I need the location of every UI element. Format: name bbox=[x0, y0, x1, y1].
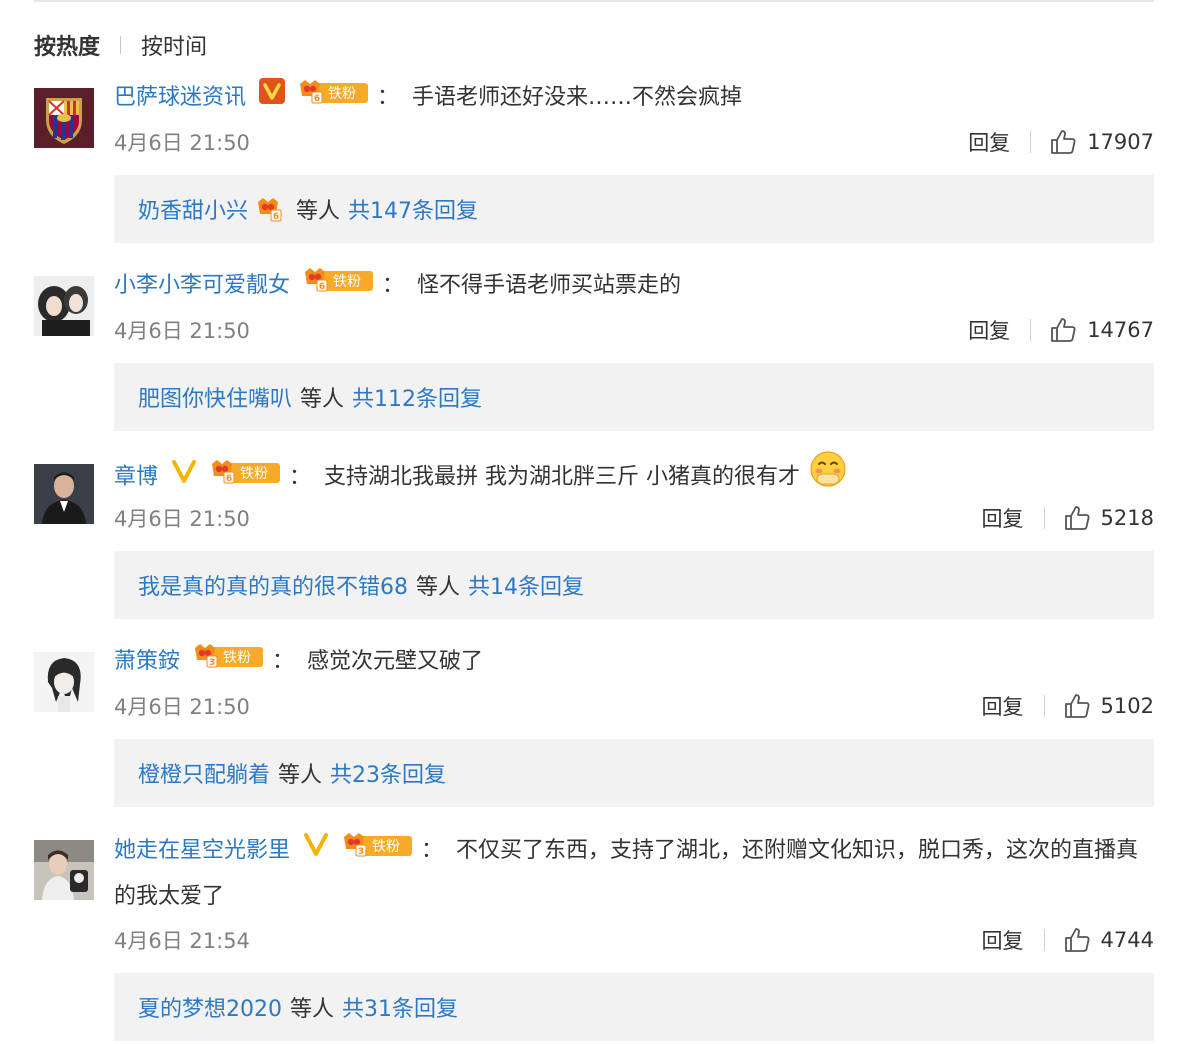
svg-text:6: 6 bbox=[273, 212, 279, 222]
comment-username[interactable]: 她走在星空光影里 bbox=[114, 838, 290, 863]
avatar[interactable] bbox=[34, 88, 94, 148]
verified-yellow-v-icon bbox=[171, 455, 197, 501]
comment-username[interactable]: 小李小李可爱靓女 bbox=[114, 273, 290, 298]
sub-reply-user[interactable]: 我是真的真的真的很不错68 bbox=[138, 569, 408, 601]
fan-level-badge-icon: 铁粉 6 bbox=[298, 76, 369, 120]
svg-text:6: 6 bbox=[314, 94, 320, 104]
sub-reply-user[interactable]: 奶香甜小兴 bbox=[138, 193, 248, 225]
colon: ： bbox=[377, 85, 400, 110]
like-count: 5218 bbox=[1100, 506, 1154, 530]
comment-text: 支持湖北我最拼 我为湖北胖三斤 小猪真的很有才 bbox=[324, 464, 801, 490]
meta-divider bbox=[1043, 695, 1045, 717]
fan-level-badge-icon: 铁粉 3 bbox=[342, 828, 413, 874]
sub-reply-user[interactable]: 橙橙只配躺着 bbox=[138, 757, 270, 789]
avatar[interactable] bbox=[34, 276, 94, 336]
sub-replies-box[interactable]: 夏的梦想2020 等人 共31条回复 bbox=[114, 973, 1154, 1041]
verified-red-v-icon bbox=[259, 76, 286, 120]
verified-yellow-v-icon bbox=[303, 828, 329, 874]
fan-level-badge-icon: 铁粉 3 bbox=[193, 640, 264, 684]
thumbs-up-icon[interactable] bbox=[1063, 926, 1091, 954]
sub-reply-user[interactable]: 夏的梦想2020 bbox=[138, 991, 282, 1023]
comment-time: 4月6日 21:50 bbox=[114, 131, 250, 155]
comment-text: 手语老师还好没来……不然会疯掉 bbox=[412, 85, 743, 110]
comment-username[interactable]: 章博 bbox=[114, 465, 158, 490]
like-count: 14767 bbox=[1087, 318, 1154, 342]
colon: ： bbox=[289, 464, 312, 490]
sort-divider bbox=[120, 36, 122, 54]
sub-reply-total[interactable]: 共23条回复 bbox=[330, 757, 446, 789]
sub-reply-etc: 等人 bbox=[300, 387, 345, 412]
reply-button[interactable]: 回复 bbox=[968, 315, 1010, 345]
sub-replies-box[interactable]: 奶香甜小兴 6 等人 共147条回复 bbox=[114, 175, 1154, 243]
sub-reply-etc: 等人 bbox=[290, 997, 335, 1022]
fan-level-badge-icon: 铁粉 6 bbox=[303, 264, 374, 308]
svg-text:3: 3 bbox=[209, 658, 215, 668]
comment-time: 4月6日 21:50 bbox=[114, 319, 250, 343]
svg-text:铁粉: 铁粉 bbox=[223, 650, 251, 666]
meta-divider bbox=[1030, 131, 1032, 153]
comment-username[interactable]: 巴萨球迷资讯 bbox=[114, 85, 246, 110]
sub-reply-user[interactable]: 肥图你快住嘴叭 bbox=[138, 381, 292, 413]
thumbs-up-icon[interactable] bbox=[1063, 692, 1091, 720]
comment-text: 感觉次元壁又破了 bbox=[307, 649, 484, 674]
colon: ： bbox=[272, 649, 295, 674]
shy-giggle-emoji-icon bbox=[809, 450, 847, 505]
sub-reply-total[interactable]: 共147条回复 bbox=[348, 193, 478, 225]
meta-divider bbox=[1043, 507, 1045, 529]
avatar[interactable] bbox=[34, 464, 94, 524]
sub-reply-total[interactable]: 共31条回复 bbox=[342, 991, 458, 1023]
like-count: 4744 bbox=[1100, 928, 1154, 952]
comment-text: 怪不得手语老师买站票走的 bbox=[417, 273, 682, 298]
svg-text:6: 6 bbox=[319, 282, 325, 292]
svg-text:6: 6 bbox=[226, 474, 232, 484]
comment-time: 4月6日 21:50 bbox=[114, 507, 250, 531]
like-count: 5102 bbox=[1100, 694, 1154, 718]
sub-replies-box[interactable]: 我是真的真的真的很不错68 等人 共14条回复 bbox=[114, 551, 1154, 619]
svg-text:3: 3 bbox=[358, 847, 364, 857]
reply-button[interactable]: 回复 bbox=[982, 925, 1024, 955]
colon: ： bbox=[421, 838, 444, 863]
sub-replies-box[interactable]: 肥图你快住嘴叭 等人 共112条回复 bbox=[114, 363, 1154, 431]
fan-crown-icon: 6 bbox=[258, 198, 282, 222]
colon: ： bbox=[382, 273, 405, 298]
svg-text:铁粉: 铁粉 bbox=[333, 274, 361, 290]
fan-badge-text: 铁粉 bbox=[328, 86, 356, 102]
sub-reply-total[interactable]: 共112条回复 bbox=[352, 381, 482, 413]
reply-button[interactable]: 回复 bbox=[982, 691, 1024, 721]
avatar[interactable] bbox=[34, 652, 94, 712]
top-divider bbox=[34, 0, 1154, 2]
sort-bar: 按热度 按时间 bbox=[34, 28, 207, 62]
svg-text:铁粉: 铁粉 bbox=[240, 466, 268, 482]
comment-time: 4月6日 21:54 bbox=[114, 929, 250, 953]
reply-button[interactable]: 回复 bbox=[982, 503, 1024, 533]
fan-level-badge-icon: 铁粉 6 bbox=[210, 455, 281, 501]
sub-reply-etc: 等人 bbox=[416, 575, 461, 600]
like-count: 17907 bbox=[1087, 130, 1154, 154]
sort-by-hot[interactable]: 按热度 bbox=[34, 29, 100, 61]
sort-by-time[interactable]: 按时间 bbox=[141, 29, 207, 61]
sub-reply-etc: 等人 bbox=[278, 763, 323, 788]
reply-button[interactable]: 回复 bbox=[968, 127, 1010, 157]
avatar[interactable] bbox=[34, 840, 94, 900]
sub-reply-etc: 等人 bbox=[296, 199, 341, 224]
svg-text:铁粉: 铁粉 bbox=[372, 839, 400, 855]
meta-divider bbox=[1030, 319, 1032, 341]
comment-time: 4月6日 21:50 bbox=[114, 695, 250, 719]
thumbs-up-icon[interactable] bbox=[1049, 128, 1077, 156]
comment-username[interactable]: 萧策銨 bbox=[114, 649, 180, 674]
sub-reply-total[interactable]: 共14条回复 bbox=[468, 569, 584, 601]
sub-replies-box[interactable]: 橙橙只配躺着 等人 共23条回复 bbox=[114, 739, 1154, 807]
thumbs-up-icon[interactable] bbox=[1049, 316, 1077, 344]
thumbs-up-icon[interactable] bbox=[1063, 504, 1091, 532]
meta-divider bbox=[1043, 929, 1045, 951]
